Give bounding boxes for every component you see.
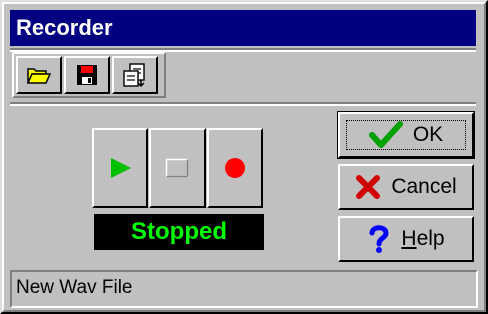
status-bar: New Wav File [10,270,478,308]
help-button[interactable]: Help [338,216,474,262]
cancel-label: Cancel [391,175,457,198]
floppy-disk-icon [77,65,97,85]
help-label: Help [401,227,444,251]
open-button[interactable] [16,56,62,94]
stop-button[interactable] [149,128,206,208]
stop-icon [166,158,189,178]
record-icon [224,158,245,178]
question-mark-icon [369,225,389,253]
focus-ring [346,120,466,150]
toolbar-bottom-separator [10,102,476,106]
cancel-button[interactable]: Cancel [338,164,474,210]
title-bar[interactable]: Recorder [10,10,476,46]
play-icon [111,158,132,178]
window-title: Recorder [16,15,113,40]
transport-controls [92,128,264,208]
help-accelerator: H [401,227,417,250]
insert-file-button[interactable] [112,56,158,94]
recorder-status-display: Stopped [94,214,264,250]
help-label-rest: elp [416,227,445,250]
ok-button[interactable]: OK [337,111,475,159]
status-bar-text: New Wav File [16,277,133,298]
recorder-window: Recorder Stopped OK Cancel Help New Wav … [0,0,488,314]
toolbar [12,52,166,98]
folder-open-icon [26,68,52,84]
record-button[interactable] [206,128,263,208]
insert-file-icon [123,63,145,87]
x-icon [356,175,381,199]
status-text: Stopped [131,218,227,245]
save-button[interactable] [64,56,110,94]
play-button[interactable] [92,128,149,208]
